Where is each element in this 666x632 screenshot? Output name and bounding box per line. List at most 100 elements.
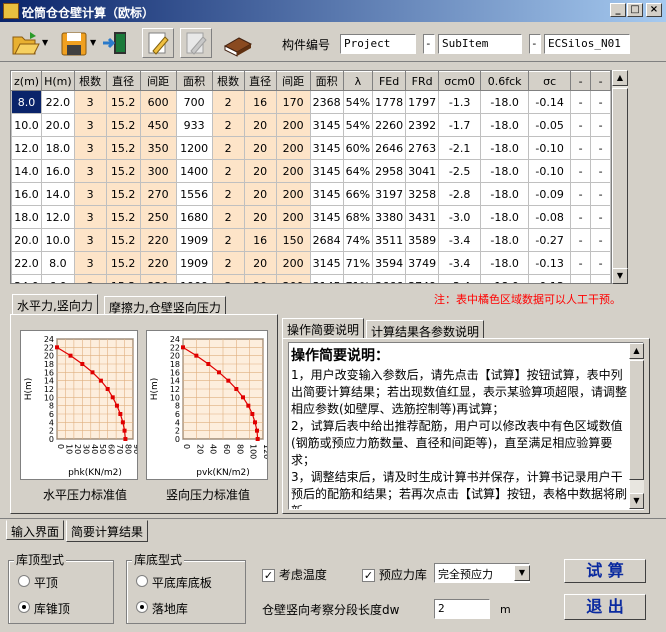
grid-cell[interactable]: 3749 xyxy=(405,274,440,283)
grid-header-cell[interactable]: FRd xyxy=(405,71,440,91)
grid-cell[interactable]: 3589 xyxy=(405,228,440,252)
grid-cell[interactable]: - xyxy=(570,274,592,283)
grid-cell[interactable]: 3 xyxy=(73,274,107,283)
grid-header-cell[interactable]: 直径 xyxy=(105,71,141,91)
grid-cell[interactable]: 71% xyxy=(342,274,374,283)
grid-cell[interactable]: - xyxy=(570,182,592,206)
table-row[interactable]: 16.0 14.0 3 15.2 270 1556 2 20 200 3145 66% 3197 325… xyxy=(11,182,611,206)
grid-header-cell[interactable]: 面积 xyxy=(309,71,344,91)
grid-cell[interactable]: 933 xyxy=(175,113,213,137)
grid-cell[interactable]: 10.0 xyxy=(11,113,43,137)
tab-operation-notes[interactable]: 操作简要说明 xyxy=(282,318,365,340)
grid-cell[interactable]: 2 xyxy=(211,228,245,252)
grid-cell[interactable]: 200 xyxy=(275,136,311,160)
grid-cell[interactable]: - xyxy=(570,90,592,114)
edit-report-button[interactable] xyxy=(142,28,174,58)
grid-cell[interactable]: - xyxy=(590,251,611,275)
grid-cell[interactable]: 68% xyxy=(342,205,374,229)
grid-cell[interactable]: 3197 xyxy=(372,182,407,206)
grid-cell[interactable]: 66% xyxy=(342,182,374,206)
grid-cell[interactable]: 71% xyxy=(342,251,374,275)
roof-flat-radio[interactable] xyxy=(18,575,30,587)
grid-cell[interactable]: 3145 xyxy=(309,205,344,229)
prestress-checkbox[interactable]: ✓ xyxy=(362,569,375,582)
grid-cell[interactable]: 20.0 xyxy=(11,228,43,252)
grid-cell[interactable]: - xyxy=(570,228,592,252)
scroll-down-icon[interactable]: ▼ xyxy=(612,268,628,284)
grid-header-cell[interactable]: 面积 xyxy=(175,71,213,91)
notes-scroll-down-icon[interactable]: ▼ xyxy=(629,493,644,509)
grid-header-cell[interactable]: 0.6fck xyxy=(480,71,530,91)
save-button[interactable] xyxy=(58,28,90,58)
grid-cell[interactable]: 3 xyxy=(73,113,107,137)
grid-cell[interactable]: 1909 xyxy=(175,251,213,275)
table-row[interactable]: 10.0 20.0 3 15.2 450 933 2 20 200 3145 54% 2260 2392… xyxy=(11,113,611,137)
grid-cell[interactable]: 3511 xyxy=(372,228,407,252)
grid-cell[interactable]: 1680 xyxy=(175,205,213,229)
exit-button[interactable]: 退 出 xyxy=(564,594,646,620)
grid-cell[interactable]: 2368 xyxy=(309,90,344,114)
grid-cell[interactable]: 700 xyxy=(175,90,213,114)
grid-cell[interactable]: - xyxy=(590,228,611,252)
notes-scroll-thumb[interactable] xyxy=(629,360,644,480)
grid-cell[interactable]: 3145 xyxy=(309,136,344,160)
grid-header-cell[interactable]: σcm0 xyxy=(438,71,482,91)
grid-cell[interactable]: 20 xyxy=(243,159,277,183)
grid-cell[interactable]: -0.13 xyxy=(528,274,572,283)
grid-cell[interactable]: -0.14 xyxy=(528,90,572,114)
grid-header-cell[interactable]: 间距 xyxy=(139,71,177,91)
tab-result-params[interactable]: 计算结果各参数说明 xyxy=(366,320,485,340)
grid-cell[interactable]: -18.0 xyxy=(480,228,530,252)
grid-cell[interactable]: 3380 xyxy=(372,205,407,229)
grid-cell[interactable]: 2 xyxy=(211,136,245,160)
roof-cone-option[interactable]: 库锥顶 xyxy=(18,600,70,617)
grid-cell[interactable]: 6.0 xyxy=(41,274,75,283)
grid-cell[interactable]: 20 xyxy=(243,274,277,283)
roof-flat-option[interactable]: 平顶 xyxy=(18,574,58,591)
grid-header-cell[interactable]: - xyxy=(590,71,611,91)
grid-cell[interactable]: 2 xyxy=(211,205,245,229)
grid-cell[interactable]: 22.0 xyxy=(11,251,43,275)
grid-cell[interactable]: 2 xyxy=(211,251,245,275)
grid-cell[interactable]: 1909 xyxy=(175,274,213,283)
grid-cell[interactable]: 1909 xyxy=(175,228,213,252)
tab-brief-results[interactable]: 简要计算结果 xyxy=(66,520,149,542)
grid-cell[interactable]: 22.0 xyxy=(41,90,75,114)
grid-cell[interactable]: -18.0 xyxy=(480,136,530,160)
grid-cell[interactable]: 3 xyxy=(73,228,107,252)
grid-cell[interactable]: 350 xyxy=(139,136,177,160)
grid-cell[interactable]: 200 xyxy=(275,182,311,206)
exit-door-button[interactable] xyxy=(100,28,132,58)
grid-cell[interactable]: 220 xyxy=(139,251,177,275)
grid-cell[interactable]: -18.0 xyxy=(480,159,530,183)
table-row[interactable]: 12.0 18.0 3 15.2 350 1200 2 20 200 3145 60% 2646 276… xyxy=(11,136,611,160)
grid-cell[interactable]: 200 xyxy=(275,113,311,137)
grid-cell[interactable]: 2646 xyxy=(372,136,407,160)
grid-cell[interactable]: 15.2 xyxy=(105,159,141,183)
grid-header-cell[interactable]: 间距 xyxy=(275,71,311,91)
grid-cell[interactable]: 16 xyxy=(243,90,277,114)
floor-slab-option[interactable]: 平底库底板 xyxy=(136,574,212,591)
grid-cell[interactable]: 2392 xyxy=(405,113,440,137)
grid-cell[interactable]: 2684 xyxy=(309,228,344,252)
temperature-checkbox-row[interactable]: ✓ 考虑温度 xyxy=(262,566,327,583)
grid-cell[interactable]: 60% xyxy=(342,136,374,160)
grid-cell[interactable]: 1556 xyxy=(175,182,213,206)
grid-cell[interactable]: 8.0 xyxy=(11,90,43,114)
grid-cell[interactable]: - xyxy=(570,136,592,160)
grid-cell[interactable]: 16.0 xyxy=(41,159,75,183)
grid-cell[interactable]: 3666 xyxy=(372,274,407,283)
tab-input-ui[interactable]: 输入界面 xyxy=(6,520,65,540)
grid-cell[interactable]: 2 xyxy=(211,182,245,206)
notes-textbox[interactable]: 操作简要说明： 1，用户改变输入参数后，请先点击【试算】按钮试算，表中列出简要计… xyxy=(288,342,644,510)
grid-cell[interactable]: 15.2 xyxy=(105,90,141,114)
grid-cell[interactable]: -3.4 xyxy=(438,228,482,252)
grid-cell[interactable]: 18.0 xyxy=(11,205,43,229)
grid-cell[interactable]: -0.27 xyxy=(528,228,572,252)
grid-cell[interactable]: - xyxy=(590,274,611,283)
save-dropdown-arrow[interactable]: ▼ xyxy=(90,38,96,47)
grid-cell[interactable]: - xyxy=(570,251,592,275)
tab-horizontal-vertical-force[interactable]: 水平力,竖向力 xyxy=(12,294,98,316)
grid-cell[interactable]: 54% xyxy=(342,90,374,114)
grid-cell[interactable]: 1400 xyxy=(175,159,213,183)
